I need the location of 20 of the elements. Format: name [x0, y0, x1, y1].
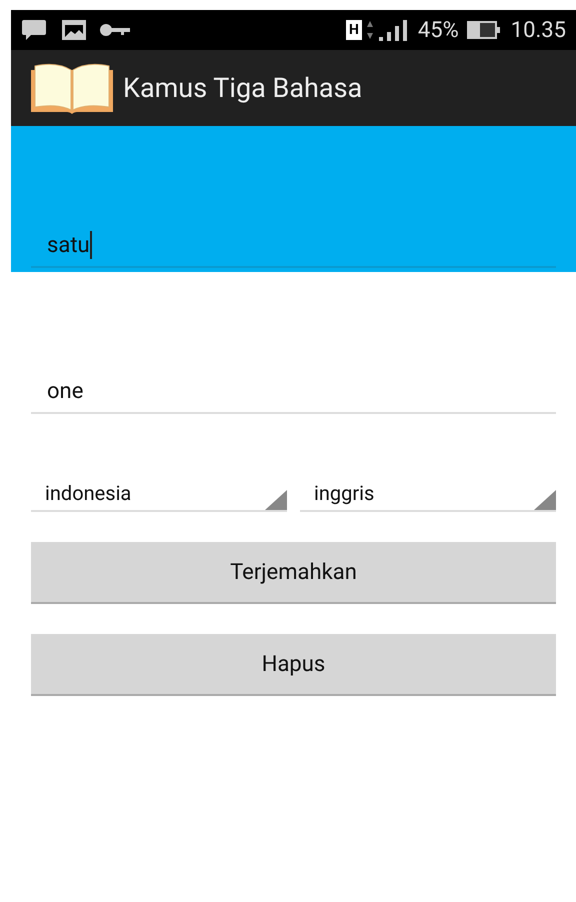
dropdown-corner-icon [265, 490, 287, 510]
text-field[interactable]: satu [31, 224, 556, 268]
data-activity-icon [366, 20, 374, 40]
action-button[interactable]: Hapus [31, 634, 556, 696]
text-field[interactable]: one [31, 370, 556, 414]
battery-icon [466, 20, 501, 40]
dropdown-corner-icon [534, 490, 556, 510]
battery-percent: 45% [418, 16, 459, 44]
image-icon [61, 19, 87, 41]
clock-time: 10.35 [510, 16, 566, 44]
chat-icon [21, 18, 47, 42]
signal-icon [378, 18, 408, 42]
language-dropdown[interactable]: indonesia [31, 476, 287, 512]
text-cursor [90, 231, 92, 259]
app-title: Kamus Tiga Bahasa [123, 70, 362, 106]
network-type-badge: H [346, 20, 362, 40]
book-icon [29, 62, 115, 114]
language-dropdown[interactable]: inggris [300, 476, 556, 512]
action-button[interactable]: Terjemahkan [31, 542, 556, 604]
key-icon [99, 22, 131, 38]
